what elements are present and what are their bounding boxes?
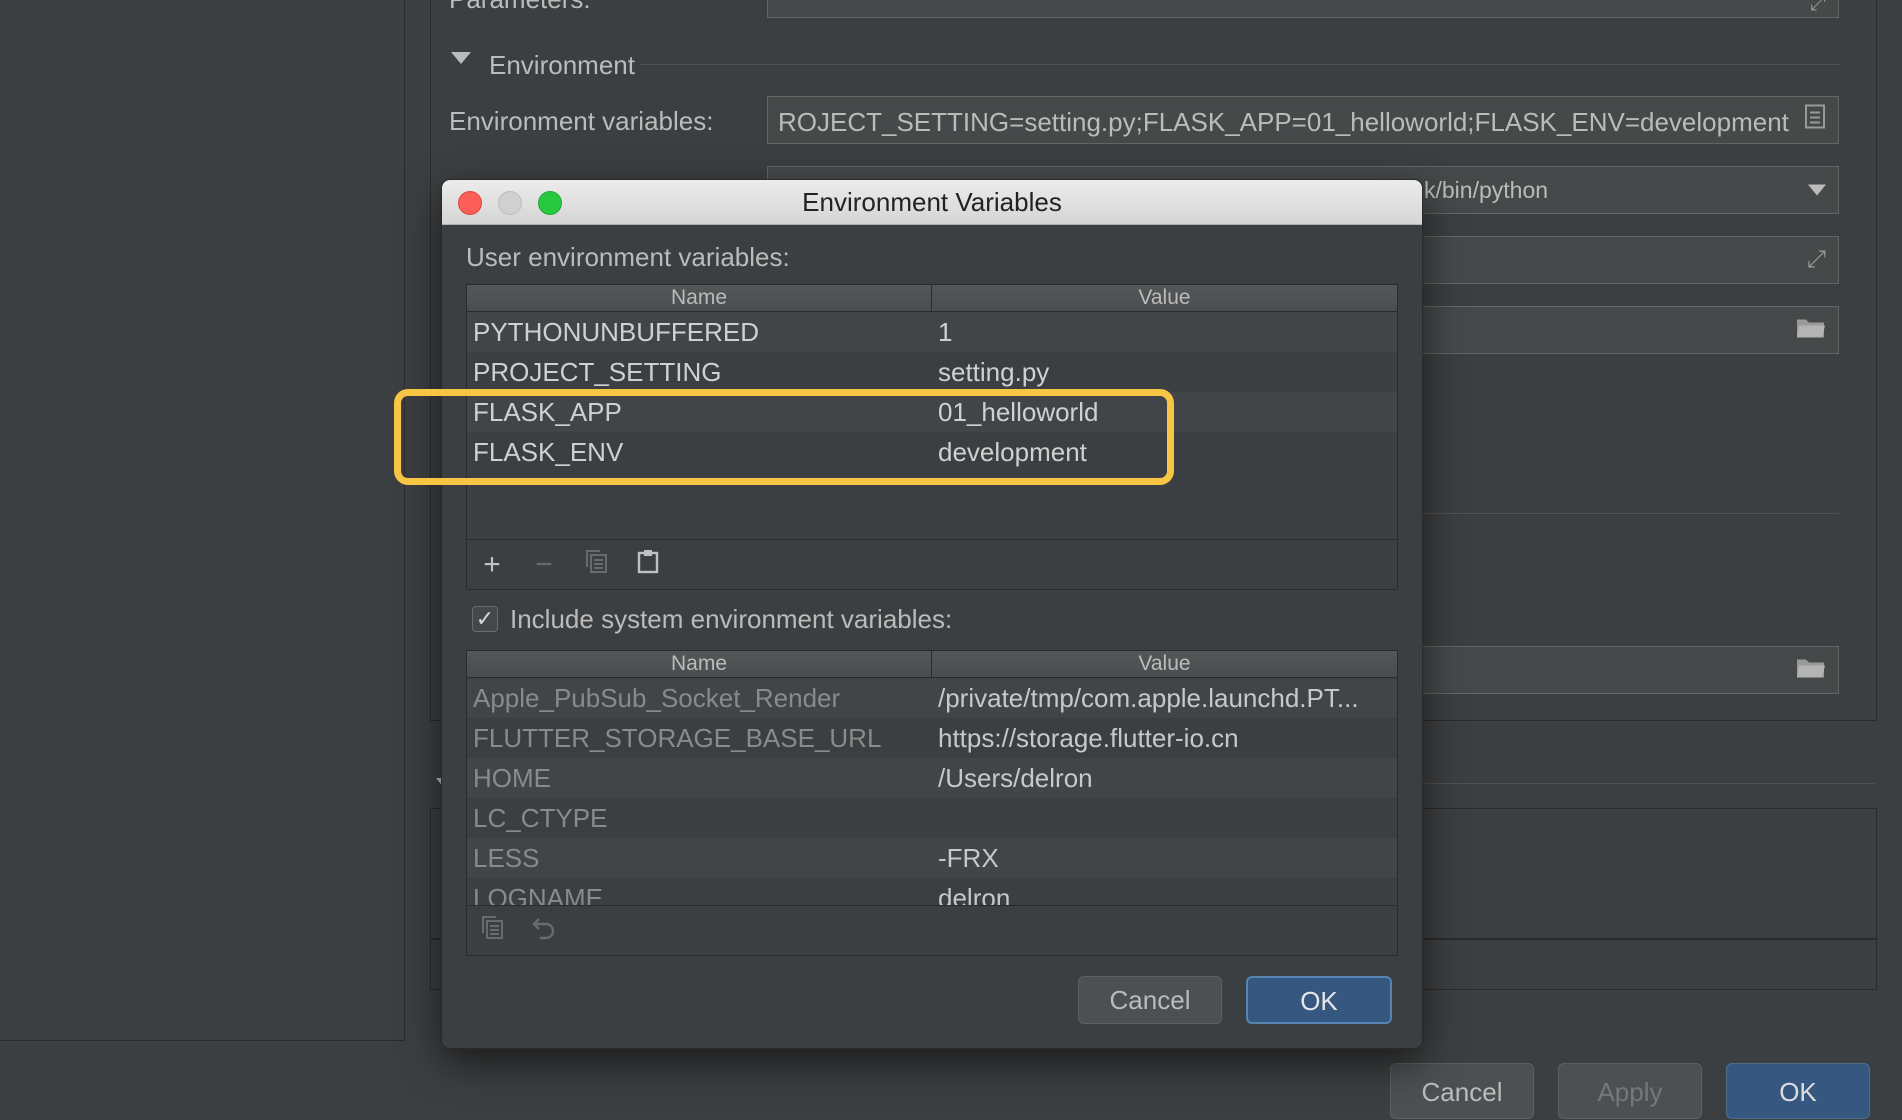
minus-icon[interactable]: − [527, 548, 561, 582]
user-env-vars-table[interactable]: Name Value PYTHONUNBUFFERED 1 PROJECT_SE… [466, 284, 1398, 590]
environment-section-label: Environment [489, 50, 635, 80]
env-vars-label: Environment variables: [449, 106, 714, 136]
var-value: setting.py [938, 357, 1050, 387]
var-name: FLASK_APP [473, 397, 622, 427]
column-header-value[interactable]: Value [932, 285, 1397, 311]
environment-variables-dialog: Environment Variables User environment v… [442, 180, 1422, 1048]
user-vars-toolbar: + − [467, 539, 1397, 589]
column-header-name[interactable]: Name [467, 285, 932, 311]
table-row[interactable]: PROJECT_SETTING setting.py [467, 352, 1397, 392]
copy-icon[interactable] [475, 914, 509, 948]
copy-icon[interactable] [579, 548, 613, 582]
var-name: FLUTTER_STORAGE_BASE_URL [473, 723, 882, 753]
column-header-value[interactable]: Value [932, 651, 1397, 677]
var-name: LC_CTYPE [473, 803, 608, 833]
table-row[interactable]: FLASK_ENV development [467, 432, 1397, 472]
bg-apply-button[interactable]: Apply [1558, 1063, 1702, 1119]
expand-icon[interactable]: ⤢ [1810, 0, 1826, 16]
var-value: -FRX [938, 843, 999, 873]
var-value: https://storage.flutter-io.cn [938, 723, 1239, 753]
dialog-titlebar: Environment Variables [442, 180, 1422, 225]
collapse-triangle-icon[interactable] [451, 52, 471, 64]
table-row[interactable]: HOME /Users/delron [467, 758, 1397, 798]
column-header-name[interactable]: Name [467, 651, 932, 677]
paste-icon[interactable] [631, 548, 665, 582]
var-value [938, 798, 1390, 838]
table-header: Name Value [467, 651, 1397, 678]
env-vars-field-value: ROJECT_SETTING=setting.py;FLASK_APP=01_h… [778, 107, 1789, 137]
var-value: 01_helloworld [938, 397, 1099, 427]
system-vars-toolbar [467, 905, 1397, 955]
var-name: PROJECT_SETTING [473, 357, 722, 387]
include-system-vars-label[interactable]: Include system environment variables: [510, 604, 952, 635]
plus-icon[interactable]: + [475, 548, 509, 582]
include-system-vars-checkbox[interactable]: ✓ [472, 606, 498, 632]
var-name: PYTHONUNBUFFERED [473, 317, 760, 347]
user-env-vars-label: User environment variables: [466, 242, 790, 272]
folder-icon[interactable] [1796, 655, 1826, 686]
table-row[interactable]: FLASK_APP 01_helloworld [467, 392, 1397, 432]
browse-list-icon[interactable] [1804, 104, 1826, 137]
system-env-vars-table[interactable]: Name Value Apple_PubSub_Socket_Render /p… [466, 650, 1398, 956]
bg-cancel-button[interactable]: Cancel [1390, 1063, 1534, 1119]
env-vars-field[interactable]: ROJECT_SETTING=setting.py;FLASK_APP=01_h… [767, 96, 1839, 144]
var-value: development [938, 437, 1087, 467]
var-name: FLASK_ENV [473, 437, 624, 467]
table-row[interactable]: LC_CTYPE [467, 798, 1397, 838]
interpreter-value: k/bin/python [1424, 177, 1549, 203]
section-divider [641, 64, 1839, 65]
var-value: 1 [938, 317, 953, 347]
table-row[interactable]: Apple_PubSub_Socket_Render /private/tmp/… [467, 678, 1397, 718]
var-name: Apple_PubSub_Socket_Render [473, 683, 841, 713]
run-config-tree-panel [0, 0, 405, 1041]
var-name: LESS [473, 843, 540, 873]
chevron-down-icon[interactable] [1808, 184, 1826, 196]
table-row[interactable]: LESS -FRX [467, 838, 1397, 878]
table-header: Name Value [467, 285, 1397, 312]
cancel-button[interactable]: Cancel [1078, 976, 1222, 1024]
expand-icon[interactable]: ⤢ [1807, 246, 1826, 274]
var-value: /Users/delron [938, 763, 1093, 793]
parameters-field[interactable]: ⤢ [767, 0, 1839, 18]
table-row[interactable]: FLUTTER_STORAGE_BASE_URL https://storage… [467, 718, 1397, 758]
dialog-title: Environment Variables [802, 187, 1062, 217]
bg-ok-button[interactable]: OK [1726, 1063, 1870, 1119]
ok-button[interactable]: OK [1246, 976, 1392, 1024]
undo-icon[interactable] [527, 914, 561, 948]
folder-icon[interactable] [1796, 315, 1826, 346]
parameters-label: Parameters: [449, 0, 591, 15]
table-row[interactable]: PYTHONUNBUFFERED 1 [467, 312, 1397, 352]
var-value: /private/tmp/com.apple.launchd.PT... [938, 683, 1359, 713]
var-name: HOME [473, 763, 551, 793]
